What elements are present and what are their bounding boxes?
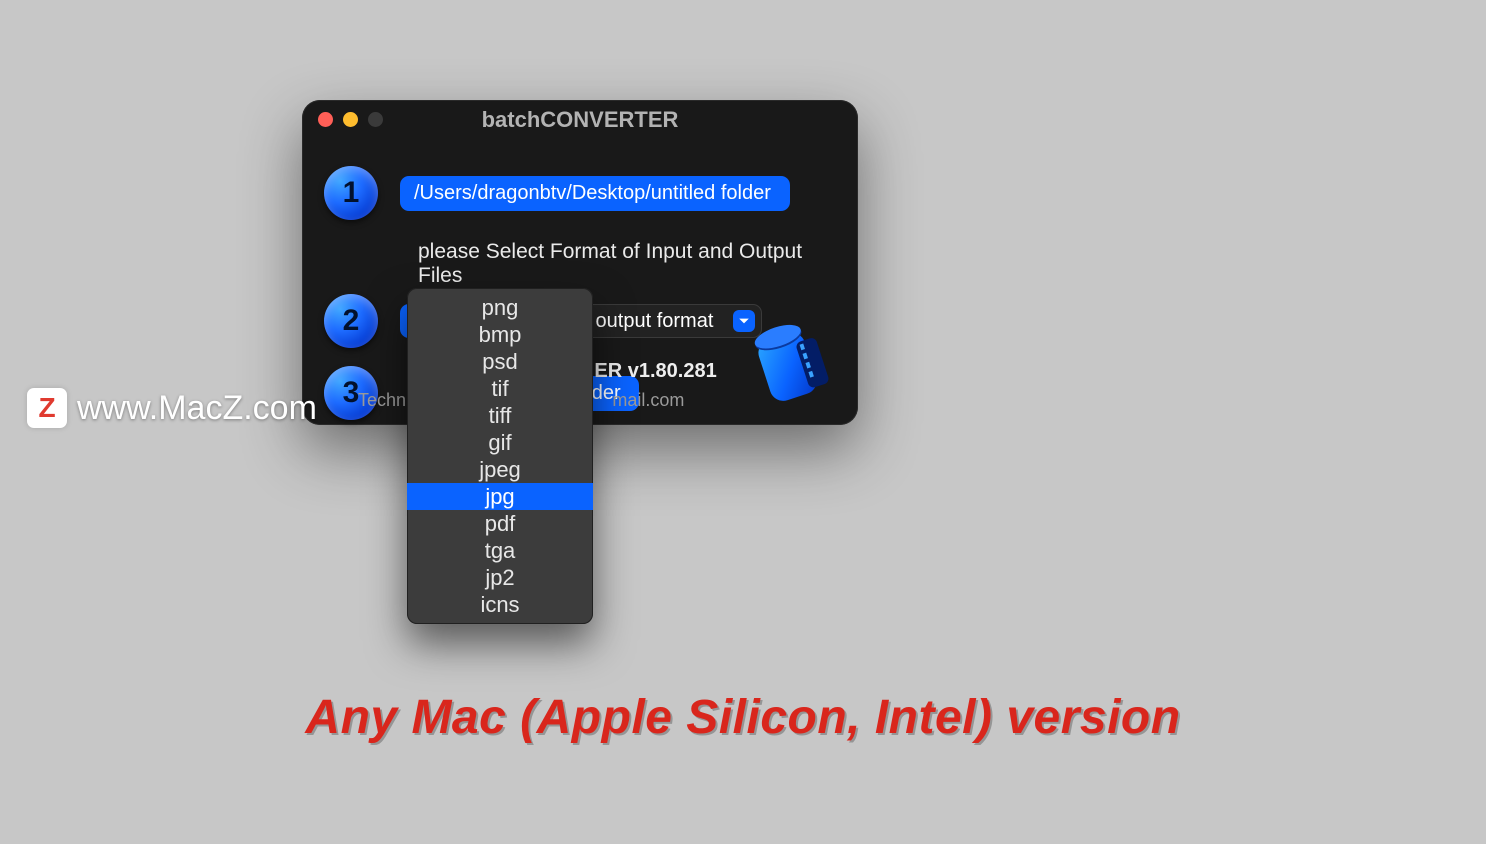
source-path-text: /Users/dragonbtv/Desktop/untitled folder xyxy=(414,182,771,205)
format-option-jpg[interactable]: jpg xyxy=(407,483,593,510)
minimize-icon[interactable] xyxy=(343,112,358,127)
zoom-disabled-icon xyxy=(368,112,383,127)
format-option-tif[interactable]: tif xyxy=(407,375,593,402)
output-format-placeholder: output format xyxy=(596,310,714,333)
watermark-badge-icon: Z xyxy=(27,388,67,428)
format-option-jp2[interactable]: jp2 xyxy=(407,564,593,591)
window-title: batchCONVERTER xyxy=(482,107,679,133)
close-icon[interactable] xyxy=(318,112,333,127)
format-option-bmp[interactable]: bmp xyxy=(407,321,593,348)
titlebar: batchCONVERTER xyxy=(302,100,858,140)
format-option-tga[interactable]: tga xyxy=(407,537,593,564)
step-1-icon: 1 xyxy=(324,166,378,220)
format-option-png[interactable]: png xyxy=(407,294,593,321)
traffic-lights xyxy=(318,112,383,127)
input-format-dropdown[interactable]: pngbmppsdtiftiffgifjpegjpgpdftgajp2icns xyxy=(407,288,593,624)
format-option-gif[interactable]: gif xyxy=(407,429,593,456)
format-option-tiff[interactable]: tiff xyxy=(407,402,593,429)
source-path-field[interactable]: /Users/dragonbtv/Desktop/untitled folder xyxy=(400,176,790,211)
format-option-pdf[interactable]: pdf xyxy=(407,510,593,537)
watermark: Z www.MacZ.com xyxy=(27,388,317,428)
tagline-text: Any Mac (Apple Silicon, Intel) version xyxy=(0,690,1486,745)
step-1-row: 1 /Users/dragonbtv/Desktop/untitled fold… xyxy=(324,166,836,220)
watermark-text: www.MacZ.com xyxy=(77,389,317,428)
format-option-psd[interactable]: psd xyxy=(407,348,593,375)
format-instruction: please Select Format of Input and Output… xyxy=(418,240,836,288)
step-2-icon: 2 xyxy=(324,294,378,348)
format-option-icns[interactable]: icns xyxy=(407,591,593,618)
format-option-jpeg[interactable]: jpeg xyxy=(407,456,593,483)
